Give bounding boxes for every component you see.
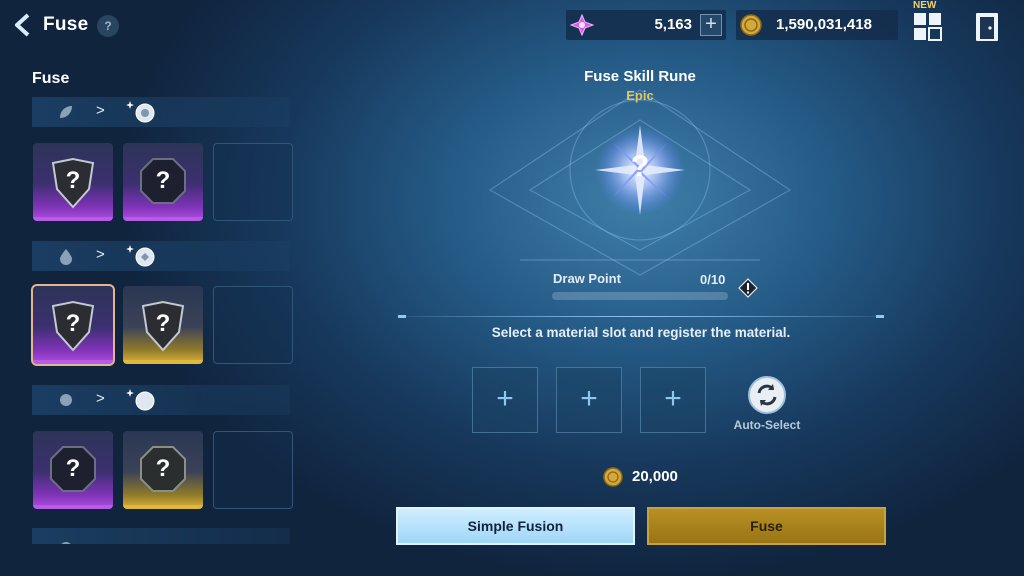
plus-icon: + [580, 382, 598, 415]
fuse-slot[interactable]: ? [123, 286, 203, 364]
unknown-rune-label: ? [65, 455, 81, 482]
draw-point-value: 0/10 [700, 272, 726, 287]
material-slot-2[interactable]: + [556, 367, 622, 433]
crystal-currency: 5,163 + [566, 10, 726, 40]
fuse-button[interactable]: Fuse [647, 507, 886, 545]
fuse-row-1-header: > [32, 97, 290, 127]
fuse-slot[interactable]: ? [123, 431, 203, 509]
sparkle-orb-icon [126, 389, 155, 411]
help-button[interactable]: ? [97, 15, 119, 37]
warning-info-icon[interactable] [738, 278, 758, 298]
door-icon [976, 13, 998, 41]
unknown-rune-label: ? [65, 310, 81, 337]
arrow-icon: > [96, 390, 105, 407]
arrow-icon: > [96, 246, 105, 263]
sparkle-rune-icon [126, 101, 155, 123]
fuse-slot-empty[interactable] [213, 431, 293, 509]
mystery-rune-icon: ? [590, 120, 690, 220]
instruction-text: Select a material slot and register the … [491, 325, 791, 340]
crystal-amount: 5,163 [654, 16, 692, 33]
exit-button[interactable] [975, 12, 999, 42]
plus-icon: + [496, 382, 514, 415]
auto-select-label: Auto-Select [733, 418, 801, 432]
refresh-icon [757, 384, 777, 406]
fusion-cost: 20,000 [632, 468, 678, 485]
fuse-row-4-header [32, 528, 290, 544]
grid-menu-icon [914, 13, 942, 41]
crystal-icon [570, 14, 594, 36]
material-slot-1[interactable]: + [472, 367, 538, 433]
unknown-rune-label: ? [155, 310, 171, 337]
fuse-slot[interactable]: ? [123, 143, 203, 221]
divider-cap-right [876, 315, 884, 318]
drop-rune-icon [60, 249, 72, 265]
unknown-rune-label: ? [65, 167, 81, 194]
new-badge: NEW [913, 0, 937, 11]
fuse-slot[interactable]: ? [33, 431, 113, 509]
rune-name: Fuse Skill Rune [584, 68, 696, 85]
rune-grade: Epic [626, 88, 654, 103]
arrow-icon: > [96, 102, 105, 119]
fuse-row-2-header: > [32, 241, 290, 271]
page-title: Fuse [43, 14, 89, 35]
gold-amount: 1,590,031,418 [776, 16, 872, 33]
fuse-row-3-header: > [32, 385, 290, 415]
auto-select-button[interactable] [748, 376, 786, 414]
gold-coin-icon [740, 14, 762, 36]
unknown-rune-label: ? [155, 167, 171, 194]
gold-coin-icon [603, 467, 623, 487]
material-slot-3[interactable]: + [640, 367, 706, 433]
unknown-rune-label: ? [155, 455, 171, 482]
menu-button[interactable] [913, 12, 943, 42]
rune-icon [61, 542, 71, 544]
divider-cap-left [398, 315, 406, 318]
fuse-slot[interactable]: ? [33, 143, 113, 221]
fuse-slot-selected[interactable]: ? [31, 284, 115, 366]
rune-unknown-mark: ? [630, 150, 650, 183]
plus-icon: + [664, 382, 682, 415]
orb-rune-icon [60, 394, 72, 406]
simple-fusion-button[interactable]: Simple Fusion [396, 507, 635, 545]
chevron-left-icon [15, 13, 30, 37]
sparkle-rune-icon [126, 245, 155, 267]
section-divider [398, 316, 884, 317]
leaf-rune-icon [60, 106, 72, 118]
fuse-slot-empty[interactable] [213, 286, 293, 364]
back-button[interactable] [8, 10, 38, 40]
fuse-section-title: Fuse [32, 70, 70, 87]
draw-point-label: Draw Point [553, 271, 621, 286]
fuse-slot-empty[interactable] [213, 143, 293, 221]
gold-currency: 1,590,031,418 [736, 10, 898, 40]
draw-point-progress [552, 292, 728, 300]
add-crystal-button[interactable]: + [700, 14, 722, 36]
